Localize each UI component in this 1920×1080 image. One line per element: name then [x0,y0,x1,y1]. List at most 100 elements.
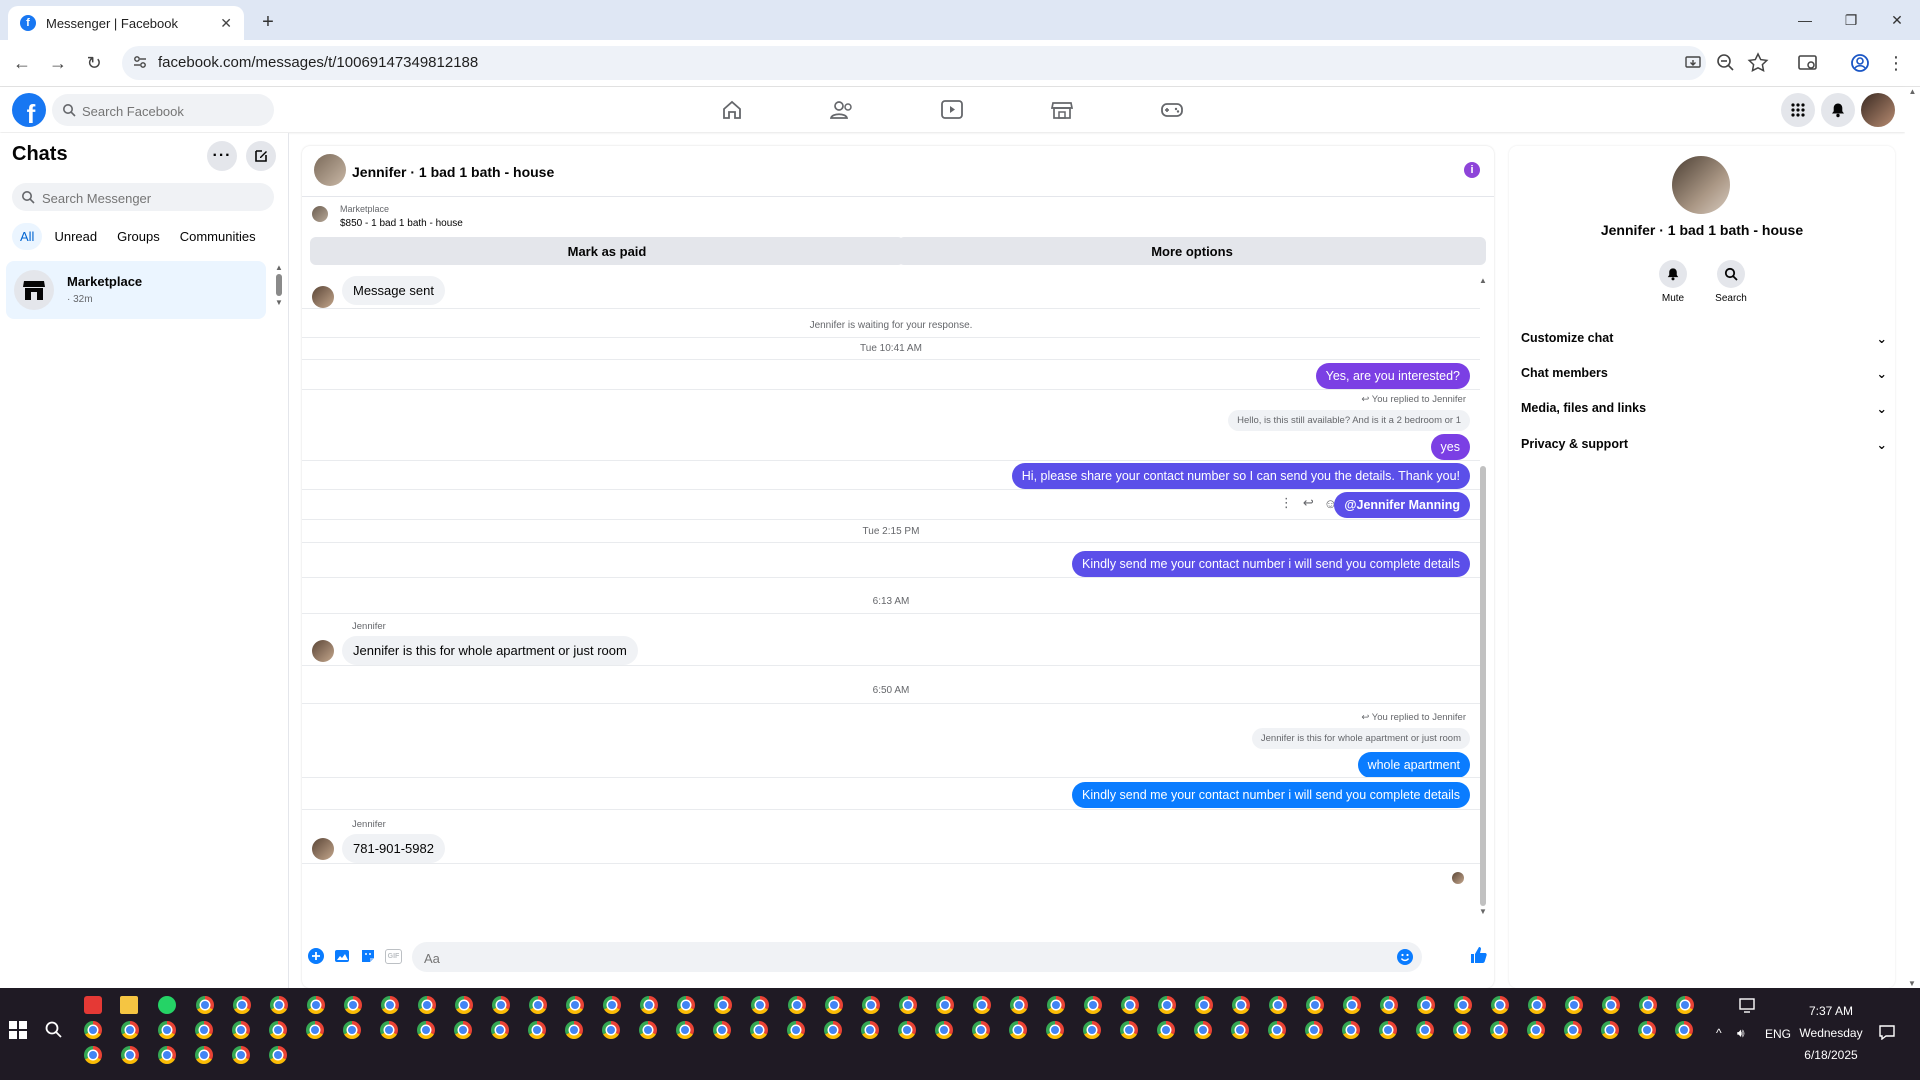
message-bubble-outgoing[interactable]: Kindly send me your contact number i wil… [1072,782,1470,808]
chrome-taskbar-icon[interactable] [788,996,806,1014]
chrome-taskbar-icon[interactable] [899,996,917,1014]
facebook-search-input[interactable] [80,94,264,128]
message-bubble-outgoing[interactable]: whole apartment [1357,752,1470,778]
chrome-taskbar-icon[interactable] [1046,1021,1064,1039]
chrome-taskbar-icon[interactable] [306,1021,324,1039]
chrome-taskbar-icon[interactable] [1343,996,1361,1014]
profile-icon[interactable] [1846,49,1874,77]
chrome-taskbar-icon[interactable] [676,1021,694,1039]
chrome-taskbar-icon[interactable] [121,1021,139,1039]
chrome-taskbar-icon[interactable] [566,996,584,1014]
marketplace-icon[interactable] [1042,95,1082,125]
conversation-item-marketplace[interactable]: Marketplace · 32m [6,261,266,319]
message-bubble-outgoing[interactable]: Kindly send me your contact number i wil… [1072,551,1470,577]
chrome-taskbar-icon[interactable] [158,1046,176,1064]
forward-icon[interactable]: → [44,49,72,77]
scroll-up-icon[interactable]: ▲ [1478,276,1488,285]
chrome-taskbar-icon[interactable] [307,996,325,1014]
chrome-taskbar-icon[interactable] [1158,996,1176,1014]
chrome-taskbar-icon[interactable] [677,996,695,1014]
chrome-taskbar-icon[interactable] [196,996,214,1014]
chrome-taskbar-icon[interactable] [121,1046,139,1064]
quoted-message[interactable]: Jennifer is this for whole apartment or … [1251,728,1470,749]
message-bubble-incoming[interactable]: Jennifer is this for whole apartment or … [342,636,638,665]
chrome-taskbar-icon[interactable] [195,1046,213,1064]
close-window-icon[interactable]: ✕ [1874,0,1920,40]
chrome-taskbar-icon[interactable] [269,1021,287,1039]
chrome-taskbar-icon[interactable] [233,996,251,1014]
chrome-taskbar-icon[interactable] [1231,1021,1249,1039]
chrome-taskbar-icon[interactable] [232,1046,250,1064]
chrome-taskbar-icon[interactable] [1676,996,1694,1014]
chrome-taskbar-icon[interactable] [602,1021,620,1039]
chrome-taskbar-icon[interactable] [1083,1021,1101,1039]
windows-start-icon[interactable] [9,1021,27,1039]
message-bubble-incoming[interactable]: Message sent [342,276,445,305]
chrome-taskbar-icon[interactable] [1232,996,1250,1014]
customize-chat-section[interactable]: Customize chat ⌄ [1521,324,1887,352]
chrome-taskbar-icon[interactable] [1528,996,1546,1014]
zoom-icon[interactable] [1712,49,1740,77]
chrome-taskbar-icon[interactable] [381,996,399,1014]
media-app-icon[interactable] [84,996,102,1014]
chat-scrollbar[interactable]: ▲ ▼ [1478,276,1488,916]
whatsapp-icon[interactable] [158,996,176,1014]
chrome-taskbar-icon[interactable] [1490,1021,1508,1039]
chrome-taskbar-icon[interactable] [1194,1021,1212,1039]
more-actions-icon[interactable]: ⋮ [1280,495,1293,511]
notification-center-icon[interactable] [1878,1024,1896,1040]
messenger-search-input[interactable] [40,183,264,213]
chrome-taskbar-icon[interactable] [455,996,473,1014]
chrome-taskbar-icon[interactable] [1639,996,1657,1014]
more-options-button[interactable]: More options [898,237,1486,265]
chrome-taskbar-icon[interactable] [714,996,732,1014]
chrome-taskbar-icon[interactable] [417,1021,435,1039]
chat-avatar[interactable] [314,154,346,186]
chrome-taskbar-icon[interactable] [492,996,510,1014]
bookmark-star-icon[interactable] [1744,49,1772,77]
chrome-taskbar-icon[interactable] [1121,996,1139,1014]
chrome-taskbar-icon[interactable] [1675,1021,1693,1039]
chrome-taskbar-icon[interactable] [565,1021,583,1039]
search-in-conversation-button[interactable]: Search [1701,260,1761,304]
details-avatar[interactable] [1672,156,1730,214]
conversation-info-icon[interactable]: i [1464,162,1480,178]
chrome-taskbar-icon[interactable] [528,1021,546,1039]
scroll-down-icon[interactable]: ▼ [1479,907,1487,916]
chrome-taskbar-icon[interactable] [529,996,547,1014]
mute-button[interactable]: Mute [1643,260,1703,304]
message-input-field[interactable] [412,942,1422,974]
chrome-taskbar-icon[interactable] [1120,1021,1138,1039]
chrome-taskbar-icon[interactable] [1047,996,1065,1014]
install-app-icon[interactable] [1684,54,1702,72]
chrome-taskbar-icon[interactable] [861,1021,879,1039]
chrome-taskbar-icon[interactable] [825,996,843,1014]
like-thumb-icon[interactable] [1468,945,1488,965]
filter-all[interactable]: All [12,223,43,250]
file-explorer-icon[interactable] [120,996,138,1014]
chrome-taskbar-icon[interactable] [862,996,880,1014]
page-scrollbar[interactable]: ▲ ▼ [1905,87,1920,988]
chrome-taskbar-icon[interactable] [158,1021,176,1039]
chrome-taskbar-icon[interactable] [343,1021,361,1039]
chrome-taskbar-icon[interactable] [269,1046,287,1064]
chrome-taskbar-icon[interactable] [1379,1021,1397,1039]
reload-icon[interactable]: ↻ [80,49,108,77]
chrome-taskbar-icon[interactable] [972,1021,990,1039]
plus-circle-icon[interactable] [307,947,325,965]
chrome-taskbar-icon[interactable] [639,1021,657,1039]
back-icon[interactable]: ← [8,49,36,77]
chrome-taskbar-icon[interactable] [898,1021,916,1039]
chrome-taskbar-icon[interactable] [935,1021,953,1039]
chrome-taskbar-icon[interactable] [1084,996,1102,1014]
chrome-taskbar-icon[interactable] [1157,1021,1175,1039]
filter-groups[interactable]: Groups [109,223,168,250]
clock-date[interactable]: 6/18/2025 [1798,1048,1864,1062]
chrome-taskbar-icon[interactable] [824,1021,842,1039]
privacy-support-section[interactable]: Privacy & support ⌄ [1521,430,1887,458]
filter-unread[interactable]: Unread [46,223,105,250]
taskbar-search-icon[interactable] [45,1021,63,1039]
gaming-icon[interactable] [1152,95,1192,125]
chrome-taskbar-icon[interactable] [1638,1021,1656,1039]
message-bubble-incoming[interactable]: 781-901-5982 [342,834,445,863]
